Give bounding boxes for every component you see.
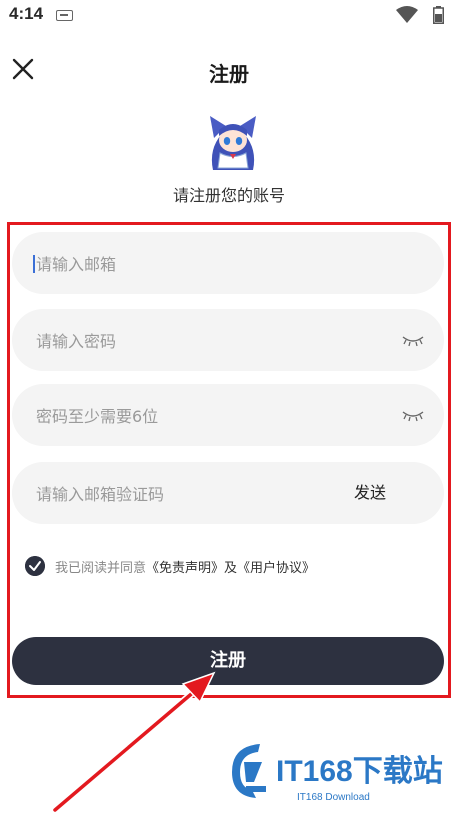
password-field[interactable]: [12, 309, 444, 373]
watermark-sub: IT168 Download: [297, 792, 370, 803]
verification-code-field[interactable]: 发送: [12, 462, 444, 526]
watermark-globe-icon: [232, 744, 266, 798]
confirm-password-input[interactable]: [34, 384, 368, 448]
eye-closed-icon[interactable]: [402, 333, 424, 347]
keyboard-icon: [56, 10, 73, 21]
confirm-password-field[interactable]: [12, 384, 444, 448]
email-input[interactable]: [34, 232, 368, 296]
user-agreement-link[interactable]: 《用户协议》: [237, 561, 315, 576]
page-title: 注册: [209, 62, 249, 86]
eye-closed-icon[interactable]: [402, 408, 424, 422]
status-time: 4:14: [9, 4, 44, 23]
avatar: [210, 116, 256, 170]
subtitle: 请注册您的账号: [172, 186, 285, 205]
watermark-logo: IT168下载站 IT168 Download: [224, 732, 454, 812]
watermark-brand: IT168下载站: [276, 755, 443, 788]
agreement-prefix: 我已阅读并同意: [55, 561, 147, 576]
send-code-button[interactable]: 发送: [354, 462, 386, 524]
agreement-row: 我已阅读并同意《免责声明》及《用户协议》: [25, 556, 445, 578]
agreement-and: 及: [224, 561, 238, 576]
agreement-checkbox[interactable]: [25, 556, 45, 576]
register-button[interactable]: 注册: [12, 637, 444, 685]
password-input[interactable]: [34, 309, 368, 373]
disclaimer-link[interactable]: 《免责声明》: [146, 561, 224, 576]
email-field[interactable]: [12, 232, 444, 296]
status-bar: 4:14: [0, 0, 458, 30]
battery-icon: [433, 6, 444, 24]
wifi-icon: [396, 6, 418, 23]
agreement-text: 我已阅读并同意《免责声明》及《用户协议》: [55, 557, 315, 576]
verification-code-input[interactable]: [34, 462, 368, 526]
